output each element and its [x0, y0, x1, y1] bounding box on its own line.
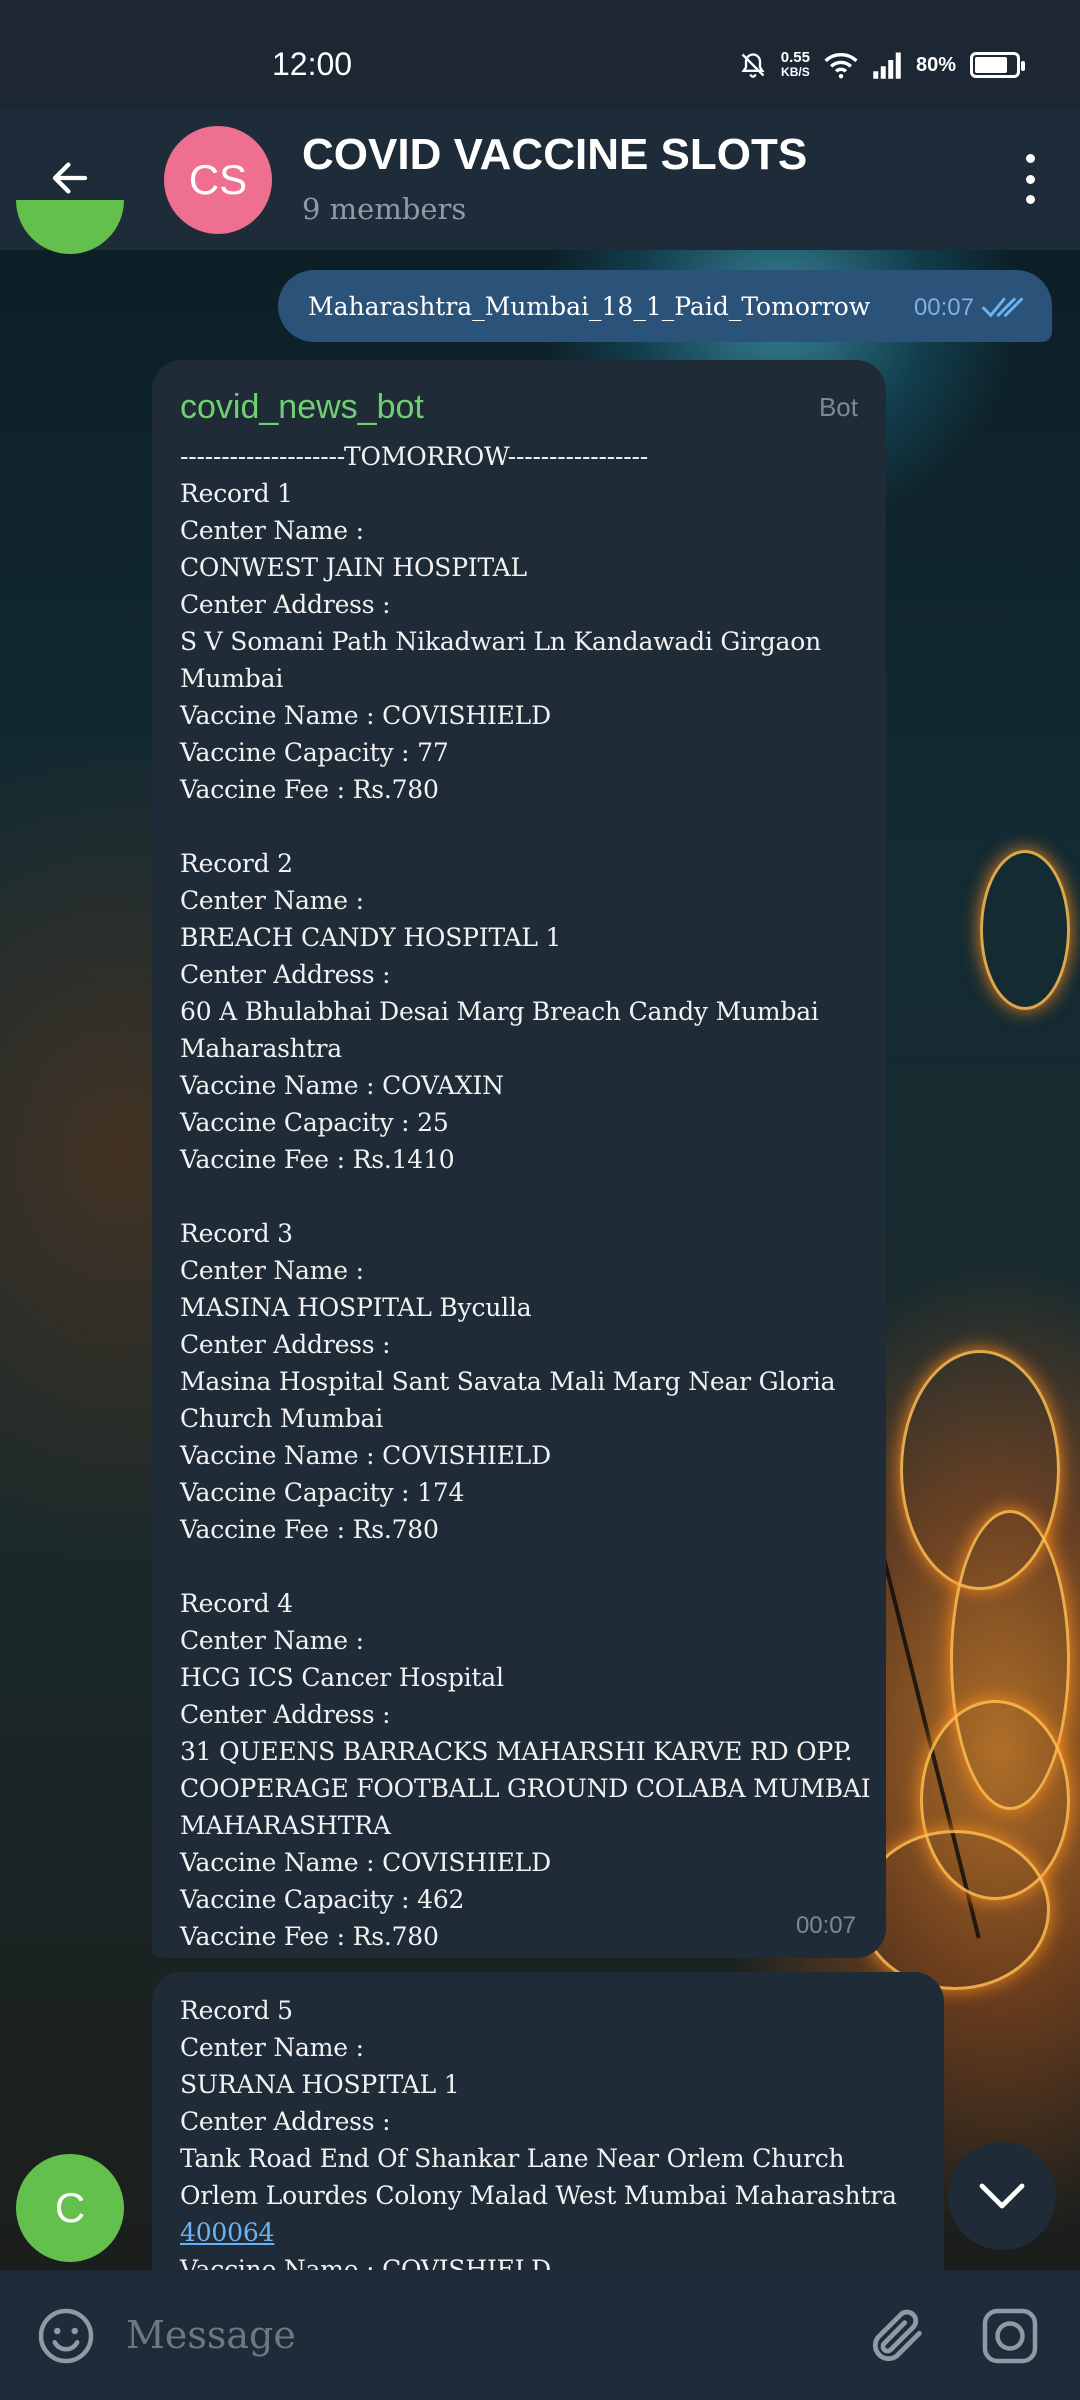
battery-fill: [975, 57, 1007, 73]
message-line: BREACH CANDY HOSPITAL 1: [180, 923, 562, 952]
message-line: Record 3: [180, 1219, 293, 1248]
message-line: Center Name :: [180, 2033, 364, 2062]
message-line: S V Somani Path Nikadwari Ln Kandawadi G…: [180, 627, 821, 656]
arrow-left-icon: [52, 162, 88, 194]
message-input[interactable]: [126, 2300, 826, 2370]
bot-badge: Bot: [818, 391, 858, 422]
emoji-icon[interactable]: [36, 2306, 96, 2366]
camera-icon[interactable]: [980, 2306, 1040, 2366]
bot-message-time: 00:07: [795, 1912, 856, 1939]
net-speed-unit: KB/S: [781, 65, 810, 79]
chat-header: CS COVID VACCINE SLOTS 9 members: [0, 108, 1080, 250]
message-line: Record 5: [180, 1996, 293, 2025]
message-line: Vaccine Capacity : 174: [180, 1478, 465, 1507]
net-speed: 0.55 KB/S: [781, 50, 810, 80]
outgoing-message[interactable]: Maharashtra_Mumbai_18_1_Paid_Tomorrow 00…: [278, 270, 1052, 342]
message-line: Vaccine Name : COVISHIELD: [180, 1848, 551, 1877]
message-line: Maharashtra: [180, 1034, 342, 1063]
message-input-bar: [0, 2270, 1080, 2400]
battery-percent: 80%: [915, 53, 956, 76]
bot-message-2-partial-line: Vaccine Name : COVISHIELD: [180, 2255, 551, 2272]
message-line: Mumbai: [180, 664, 284, 693]
message-line: Vaccine Name : COVAXIN: [180, 1071, 504, 1100]
message-line: Center Name :: [180, 516, 364, 545]
double-check-icon: [982, 297, 1024, 318]
message-line: Center Name :: [180, 1256, 364, 1285]
postal-code-link[interactable]: 400064: [180, 2218, 274, 2247]
message-line: Center Name :: [180, 886, 364, 915]
message-line: Vaccine Capacity : 462: [180, 1885, 465, 1914]
message-line: Vaccine Name : COVISHIELD: [180, 701, 551, 730]
message-line: Vaccine Fee : Rs.780: [180, 775, 439, 804]
message-line: Tank Road End Of Shankar Lane Near Orlem…: [180, 2144, 845, 2173]
message-line: CONWEST JAIN HOSPITAL: [180, 553, 527, 582]
message-line: Record 2: [180, 849, 293, 878]
message-line: --------------------TOMORROW------------…: [180, 442, 648, 471]
message-line: Record 4: [180, 1589, 293, 1618]
message-line: Center Address :: [180, 1330, 391, 1359]
message-line: Center Address :: [180, 590, 391, 619]
outgoing-message-text: Maharashtra_Mumbai_18_1_Paid_Tomorrow: [308, 291, 871, 321]
message-line: COOPERAGE FOOTBALL GROUND COLABA MUMBAI: [180, 1774, 871, 1803]
message-line: Vaccine Fee : Rs.780: [180, 1515, 439, 1544]
message-line: Vaccine Fee : Rs.780: [180, 1922, 439, 1951]
bot-message[interactable]: covid_news_bot Bot --------------------T…: [152, 360, 886, 1958]
bot-message-2-extra: 400064 Vaccine Name : COVISHIELD: [180, 2214, 916, 2272]
scroll-down-button[interactable]: [948, 2142, 1056, 2250]
message-line: Vaccine Capacity : 25: [180, 1108, 449, 1137]
more-options-button[interactable]: [1010, 154, 1050, 204]
wifi-icon: [824, 53, 858, 79]
bot-sender-name[interactable]: covid_news_bot: [180, 388, 424, 427]
message-line: 60 A Bhulabhai Desai Marg Breach Candy M…: [180, 997, 819, 1026]
dot: [1025, 174, 1035, 184]
message-line: Center Name :: [180, 1626, 364, 1655]
bot-message-body: --------------------TOMORROW------------…: [180, 438, 871, 1955]
message-line: Masina Hospital Sant Savata Mali Marg Ne…: [180, 1367, 836, 1396]
attach-icon[interactable]: [866, 2304, 930, 2368]
message-line: Orlem Lourdes Colony Malad West Mumbai M…: [180, 2181, 897, 2210]
message-line: Center Address :: [180, 960, 391, 989]
message-line: Vaccine Capacity : 77: [180, 738, 449, 767]
message-line: MASINA HOSPITAL Byculla: [180, 1293, 532, 1322]
message-line: Center Address :: [180, 2107, 391, 2136]
message-line: SURANA HOSPITAL 1: [180, 2070, 460, 2099]
chat-title[interactable]: COVID VACCINE SLOTS: [302, 130, 807, 180]
battery-icon: [970, 52, 1025, 78]
group-avatar[interactable]: CS: [164, 126, 272, 234]
wallpaper-filament: [980, 850, 1070, 1010]
dot: [1025, 154, 1035, 163]
status-time: 12:00: [272, 46, 353, 82]
bot-message-2[interactable]: Record 5 Center Name : SURANA HOSPITAL 1 Ce…: [152, 1972, 944, 2272]
back-button[interactable]: [40, 148, 100, 208]
outgoing-message-meta: 00:07: [914, 294, 1026, 322]
wallpaper-filament: [860, 1830, 1050, 1990]
outgoing-message-time: 00:07: [913, 294, 974, 321]
message-line: MAHARASHTRA: [180, 1811, 391, 1840]
dot: [1025, 195, 1035, 204]
status-icons: 0.55 KB/S 80%: [739, 50, 1025, 80]
status-bar: 12:00 0.55 KB/S 80%: [0, 0, 1080, 108]
message-line: Record 1: [180, 479, 293, 508]
net-speed-value: 0.55: [780, 49, 810, 66]
message-line: Church Mumbai: [180, 1404, 384, 1433]
message-line: HCG ICS Cancer Hospital: [180, 1663, 504, 1692]
bot-message-header: covid_news_bot Bot: [180, 376, 858, 438]
mute-bell-icon: [741, 53, 765, 78]
chevron-down-icon: [979, 2183, 1025, 2209]
message-line: Center Address :: [180, 1700, 391, 1729]
message-line: Vaccine Name : COVISHIELD: [180, 1441, 551, 1470]
message-line: 31 QUEENS BARRACKS MAHARSHI KARVE RD OPP…: [180, 1737, 853, 1766]
sender-avatar[interactable]: C: [16, 2154, 124, 2262]
signal-icon: [873, 52, 901, 79]
chat-member-count[interactable]: 9 members: [302, 192, 466, 226]
message-line: Vaccine Fee : Rs.1410: [180, 1145, 455, 1174]
bot-message-2-body: Record 5 Center Name : SURANA HOSPITAL 1 Ce…: [180, 1992, 916, 2214]
